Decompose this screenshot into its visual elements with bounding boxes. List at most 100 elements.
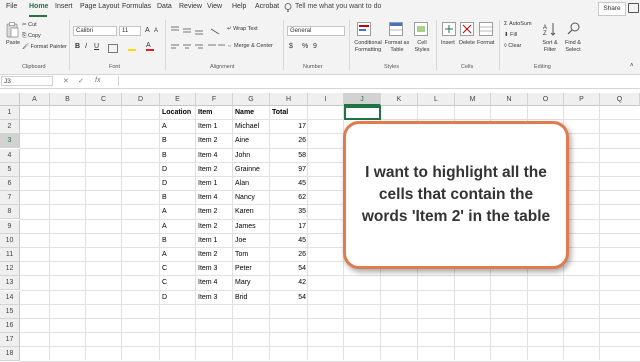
cut-button[interactable]: ✂ Cut [22, 22, 37, 28]
format-painter-button[interactable]: 🖌 Format Painter [22, 44, 67, 50]
select-all-corner[interactable] [0, 93, 20, 106]
tab-acrobat[interactable]: Acrobat [255, 3, 279, 10]
row-header-2[interactable]: 2 [0, 120, 20, 135]
selected-cell-j3[interactable] [344, 106, 381, 120]
comment-icon[interactable] [628, 3, 639, 13]
row-header-8[interactable]: 8 [0, 205, 20, 220]
table-cell[interactable]: Peter [235, 262, 268, 276]
percent-button[interactable]: % [302, 43, 308, 50]
cell-styles-button[interactable]: Cell Styles [411, 40, 433, 54]
row-header-11[interactable]: 11 [0, 248, 20, 262]
table-header-cell[interactable]: Name [235, 106, 268, 120]
table-cell[interactable]: C [162, 262, 194, 276]
tab-view[interactable]: View [207, 3, 222, 10]
table-cell[interactable]: Tom [235, 248, 268, 262]
table-cell[interactable]: A [162, 248, 194, 262]
paste-icon[interactable] [6, 22, 19, 38]
table-cell[interactable]: B [162, 149, 194, 163]
delete-button[interactable]: Delete [459, 40, 475, 46]
column-header-q[interactable]: Q [600, 93, 640, 106]
cancel-icon[interactable]: ✕ [63, 77, 69, 85]
row-header-9[interactable]: 9 [0, 219, 20, 234]
table-cell[interactable]: Item 1 [198, 120, 231, 134]
tab-home[interactable]: Home [29, 3, 48, 10]
table-cell[interactable]: Item 4 [198, 149, 231, 163]
table-header-cell[interactable]: Location [162, 106, 194, 120]
find-select-button[interactable]: Find & Select [561, 40, 585, 54]
tab-data[interactable]: Data [157, 3, 172, 10]
conditional-formatting-button[interactable]: Conditional Formatting [351, 40, 385, 54]
table-cell[interactable]: Mary [235, 276, 268, 290]
column-header-d[interactable]: D [122, 93, 160, 106]
column-header-b[interactable]: B [50, 93, 86, 106]
table-cell[interactable]: Item 2 [198, 220, 231, 234]
currency-button[interactable]: $ [289, 43, 293, 50]
enter-icon[interactable]: ✓ [78, 77, 84, 85]
tell-me-search[interactable]: Tell me what you want to do [295, 3, 381, 10]
bold-button[interactable]: B [75, 43, 80, 50]
row-header-17[interactable]: 17 [0, 333, 20, 348]
font-color-icon[interactable]: A [146, 42, 154, 51]
conditional-formatting-icon[interactable] [357, 22, 371, 36]
table-cell[interactable]: Item 4 [198, 276, 231, 290]
table-cell[interactable]: 97 [272, 163, 306, 177]
cell-styles-icon[interactable] [414, 22, 428, 36]
column-header-o[interactable]: O [528, 93, 564, 106]
name-box[interactable]: J3 [1, 76, 53, 86]
table-cell[interactable]: Brid [235, 291, 268, 305]
table-cell[interactable]: Item 4 [198, 191, 231, 205]
table-cell[interactable]: C [162, 276, 194, 290]
format-table-icon[interactable] [389, 22, 403, 36]
table-cell[interactable]: 26 [272, 248, 306, 262]
merge-center-button[interactable]: ⇔ Merge & Center [227, 43, 273, 49]
table-cell[interactable]: Item 2 [198, 205, 231, 219]
collapse-ribbon-icon[interactable]: ˄ [630, 63, 634, 69]
table-header-cell[interactable]: Total [272, 106, 306, 120]
sort-filter-icon[interactable]: AZ [543, 22, 557, 36]
column-header-j[interactable]: J [344, 93, 381, 106]
format-table-button[interactable]: Format as Table [383, 40, 411, 54]
row-header-13[interactable]: 13 [0, 276, 20, 291]
column-header-c[interactable]: C [86, 93, 122, 106]
format-cells-icon[interactable] [479, 22, 493, 36]
table-cell[interactable]: 54 [272, 262, 306, 276]
table-cell[interactable]: Nancy [235, 191, 268, 205]
alignment-icons[interactable] [170, 25, 226, 55]
find-select-icon[interactable] [567, 22, 581, 36]
table-cell[interactable]: John [235, 149, 268, 163]
table-cell[interactable]: A [162, 120, 194, 134]
column-header-k[interactable]: K [381, 93, 418, 106]
font-size-dropdown[interactable]: 11 [119, 26, 141, 36]
format-button[interactable]: Format [477, 40, 494, 46]
row-header-3[interactable]: 3 [0, 134, 20, 149]
table-cell[interactable]: Michael [235, 120, 268, 134]
table-cell[interactable]: B [162, 134, 194, 148]
table-cell[interactable]: 17 [272, 220, 306, 234]
tab-file[interactable]: File [6, 3, 17, 10]
wrap-text-button[interactable]: ↵ Wrap Text [227, 26, 258, 32]
copy-button[interactable]: ⎘ Copy [22, 33, 41, 40]
row-header-10[interactable]: 10 [0, 233, 20, 248]
table-cell[interactable]: D [162, 163, 194, 177]
tab-help[interactable]: Help [232, 3, 246, 10]
tab-formulas[interactable]: Formulas [122, 3, 151, 10]
table-cell[interactable]: Item 3 [198, 262, 231, 276]
table-cell[interactable]: B [162, 234, 194, 248]
borders-icon[interactable] [108, 44, 118, 53]
column-header-a[interactable]: A [20, 93, 50, 106]
table-cell[interactable]: 58 [272, 149, 306, 163]
column-header-g[interactable]: G [233, 93, 270, 106]
fill-button[interactable]: ⬇ Fill [504, 32, 517, 38]
grow-font-button[interactable]: A [145, 27, 150, 34]
row-header-15[interactable]: 15 [0, 304, 20, 319]
column-header-e[interactable]: E [160, 93, 196, 106]
table-cell[interactable]: Karen [235, 205, 268, 219]
column-header-p[interactable]: P [564, 93, 600, 106]
underline-button[interactable]: U [94, 43, 99, 50]
tab-page-layout[interactable]: Page Layout [80, 3, 119, 10]
column-header-h[interactable]: H [270, 93, 308, 106]
table-cell[interactable]: 35 [272, 205, 306, 219]
table-cell[interactable]: Alan [235, 177, 268, 191]
row-header-12[interactable]: 12 [0, 262, 20, 277]
row-header-1[interactable]: 1 [0, 106, 20, 120]
